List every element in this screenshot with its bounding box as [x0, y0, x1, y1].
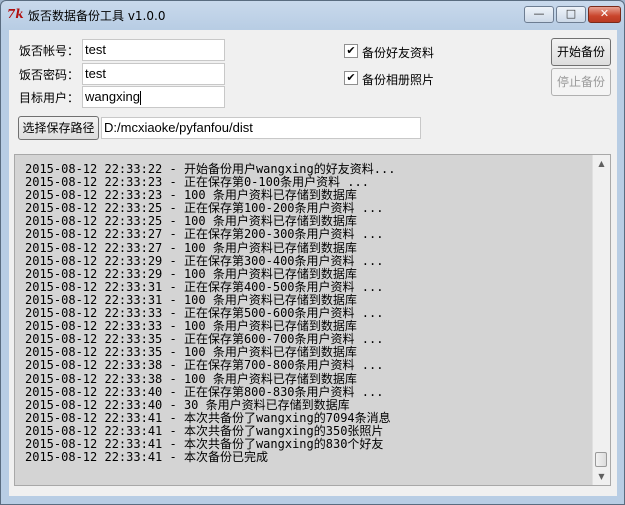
log-line: 2015-08-12 22:33:41 - 本次共备份了wangxing的709…	[25, 410, 391, 425]
password-value: test	[85, 66, 106, 81]
save-path-value: D:/mcxiaoke/pyfanfou/dist	[104, 120, 253, 135]
log-scrollbar[interactable]: ▲ ▼	[592, 155, 610, 485]
target-user-value: wangxing	[85, 89, 140, 104]
log-line: 2015-08-12 22:33:40 - 30 条用户资料已存储到数据库	[25, 397, 350, 412]
window-title: 饭否数据备份工具 v1.0.0	[28, 9, 166, 23]
password-input[interactable]: test	[82, 63, 225, 85]
log-output[interactable]: 2015-08-12 22:33:22 - 开始备份用户wangxing的好友资…	[14, 154, 611, 486]
scroll-thumb[interactable]	[595, 452, 607, 467]
log-line: 2015-08-12 22:33:27 - 正在保存第200-300条用户资料 …	[25, 227, 384, 242]
stop-backup-button[interactable]: 停止备份	[551, 68, 611, 96]
scroll-down-arrow-icon[interactable]: ▼	[593, 468, 610, 485]
text-cursor	[139, 90, 141, 105]
log-line: 2015-08-12 22:33:31 - 正在保存第400-500条用户资料 …	[25, 279, 384, 294]
log-line: 2015-08-12 22:33:41 - 本次备份已完成	[25, 450, 268, 465]
choose-save-path-button[interactable]: 选择保存路径	[18, 116, 99, 140]
scroll-up-arrow-icon[interactable]: ▲	[593, 155, 610, 172]
app-icon: 7k	[7, 7, 24, 21]
log-line: 2015-08-12 22:33:27 - 100 条用户资料已存储到数据库	[25, 240, 357, 255]
client-area: 饭否帐号： test 饭否密码： test 目标用户： wangxing ✔ 备…	[9, 30, 617, 496]
log-line: 2015-08-12 22:33:29 - 正在保存第300-400条用户资料 …	[25, 253, 384, 268]
backup-photos-checkbox[interactable]: ✔	[344, 71, 358, 85]
close-button[interactable]: ✕	[588, 6, 621, 23]
log-line: 2015-08-12 22:33:41 - 本次共备份了wangxing的350…	[25, 423, 384, 438]
target-user-input[interactable]: wangxing	[82, 86, 225, 108]
log-line: 2015-08-12 22:33:38 - 正在保存第700-800条用户资料 …	[25, 358, 384, 373]
account-input[interactable]: test	[82, 39, 225, 61]
save-path-input[interactable]: D:/mcxiaoke/pyfanfou/dist	[101, 117, 421, 139]
log-line: 2015-08-12 22:33:29 - 100 条用户资料已存储到数据库	[25, 266, 357, 281]
log-line: 2015-08-12 22:33:38 - 100 条用户资料已存储到数据库	[25, 371, 357, 386]
backup-photos-label[interactable]: 备份相册照片	[362, 71, 434, 88]
target-user-label: 目标用户：	[19, 91, 80, 105]
start-backup-button[interactable]: 开始备份	[551, 38, 611, 66]
log-lines: 2015-08-12 22:33:22 - 开始备份用户wangxing的好友资…	[25, 162, 395, 465]
password-label: 饭否密码：	[19, 68, 80, 82]
maximize-button[interactable]: □	[556, 6, 586, 23]
minimize-button[interactable]: —	[524, 6, 554, 23]
log-line: 2015-08-12 22:33:40 - 正在保存第800-830条用户资料 …	[25, 384, 384, 399]
backup-friends-checkbox[interactable]: ✔	[344, 44, 358, 58]
account-label: 饭否帐号：	[19, 44, 80, 58]
account-value: test	[85, 42, 106, 57]
app-window: 7k 饭否数据备份工具 v1.0.0 — □ ✕ 饭否帐号： test 饭否密码…	[0, 0, 625, 505]
title-bar[interactable]: 7k 饭否数据备份工具 v1.0.0 — □ ✕	[1, 1, 624, 29]
backup-friends-label[interactable]: 备份好友资料	[362, 44, 434, 61]
